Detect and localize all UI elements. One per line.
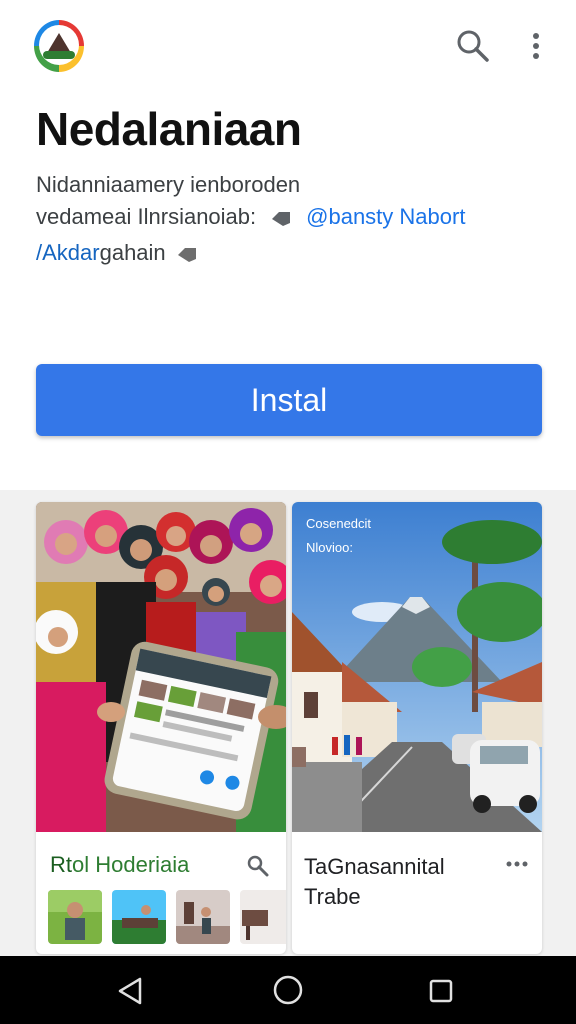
community-photo xyxy=(36,502,286,832)
thumbnail-interior[interactable] xyxy=(240,890,286,944)
card-title: Rtol Hoderiaia xyxy=(50,852,189,878)
app-title: Nedalaniaan xyxy=(36,103,302,155)
search-icon[interactable] xyxy=(453,26,493,66)
app-logo-icon xyxy=(34,20,84,72)
category-text: gahain xyxy=(99,240,166,265)
card-title-rest: ol Hoderiaia xyxy=(72,852,190,877)
card-title-prefix: Rt xyxy=(50,852,72,877)
top-bar xyxy=(0,0,576,96)
thumbnail-room[interactable] xyxy=(176,890,230,944)
nav-back-icon[interactable] xyxy=(114,974,148,1008)
tag-icon xyxy=(176,244,198,262)
more-vert-icon[interactable] xyxy=(520,26,552,66)
category-link[interactable]: /Akdar xyxy=(36,240,100,265)
tag-icon xyxy=(270,208,292,226)
developer-link[interactable]: @bansty Nabort xyxy=(306,204,465,230)
screenshot-card-community[interactable]: Rtol Hoderiaia xyxy=(36,502,286,954)
nav-home-icon[interactable] xyxy=(272,974,304,1006)
search-icon[interactable] xyxy=(246,854,270,878)
card-title: TaGnasannital Trabe xyxy=(304,854,445,909)
more-horiz-icon[interactable] xyxy=(504,854,530,874)
app-description-line-1: Nidanniaamery ienboroden xyxy=(36,172,301,197)
nav-recents-icon[interactable] xyxy=(426,976,456,1006)
app-description-line-3: /Akdargahain xyxy=(36,240,198,266)
photo-overlay-line-2: Nlovioo: xyxy=(306,540,353,555)
system-navigation-bar xyxy=(0,956,576,1024)
thumbnail-person[interactable] xyxy=(48,890,102,944)
description-text: vedameai Ilnrsianoiab: xyxy=(36,204,257,229)
install-button[interactable]: Instal xyxy=(36,364,542,436)
screenshot-card-village[interactable]: Cosenedcit Nlovioo: TaGnasannital Trabe xyxy=(292,502,542,954)
app-description-line-2: vedameai Ilnrsianoiab: @bansty Nabort xyxy=(36,204,465,230)
photo-overlay-line-1: Cosenedcit xyxy=(306,516,372,531)
thumbnail-boat[interactable] xyxy=(112,890,166,944)
village-photo: Cosenedcit Nlovioo: xyxy=(292,502,542,833)
